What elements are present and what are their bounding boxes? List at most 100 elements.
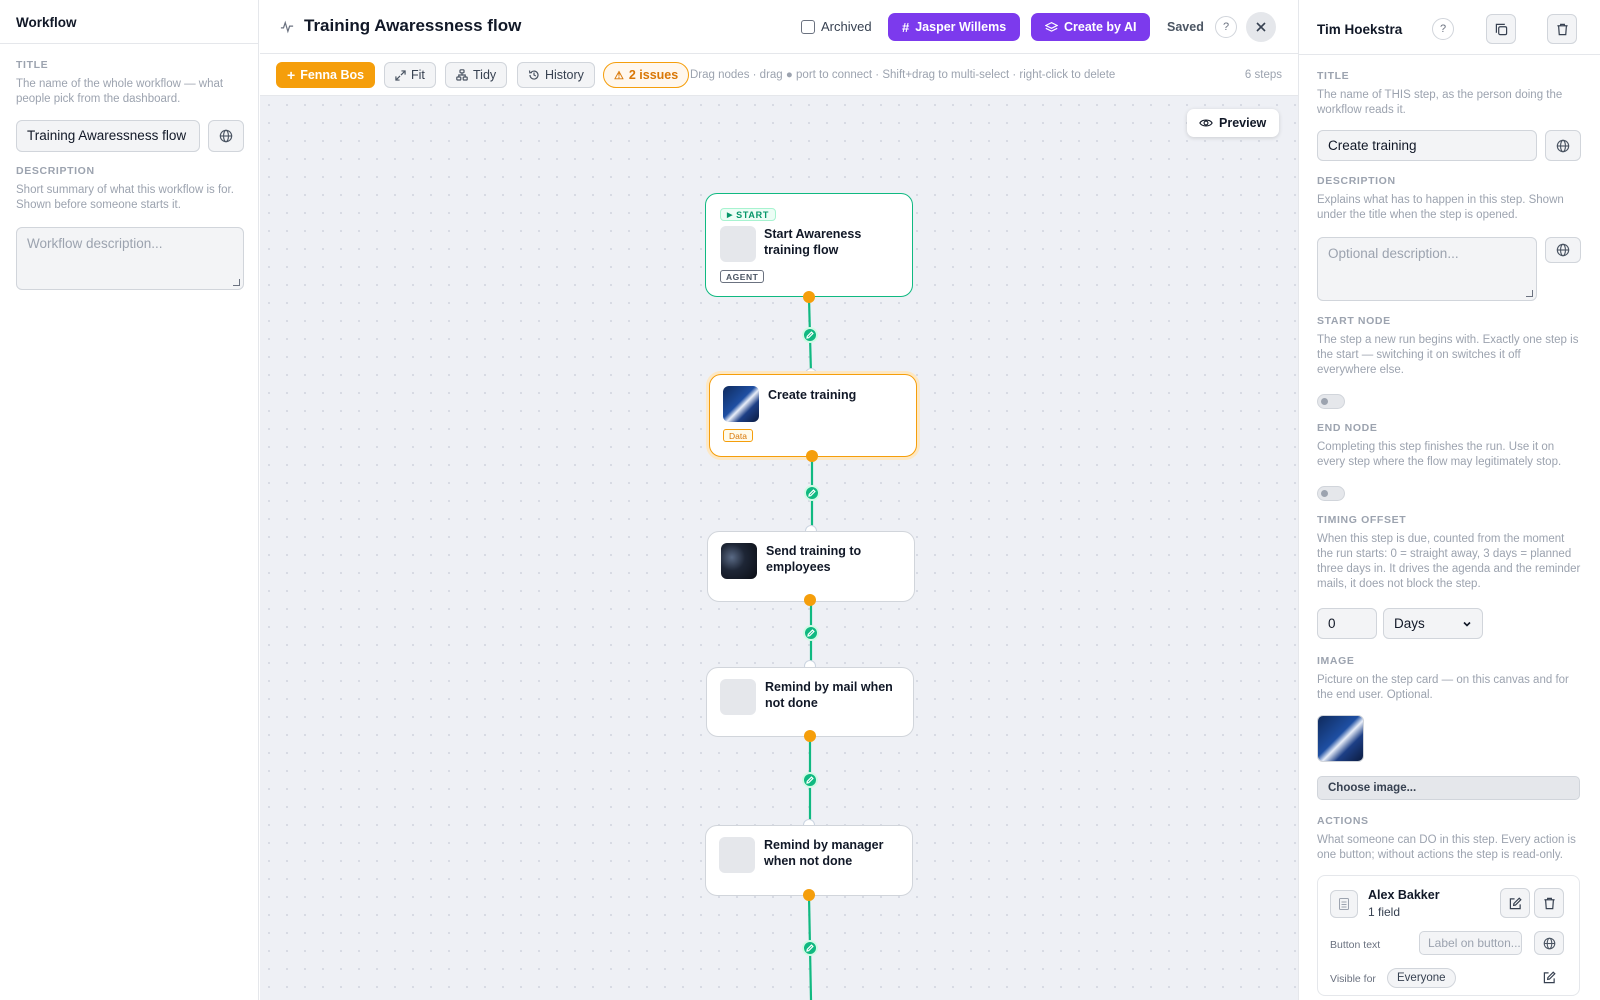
- archived-checkbox[interactable]: [801, 19, 815, 34]
- edge-edit-button[interactable]: [802, 940, 818, 956]
- canvas-hint: Drag nodes · drag ● port to connect · Sh…: [690, 69, 1116, 81]
- node-image-placeholder: [720, 679, 756, 715]
- node-title: Remind by manager when not done: [764, 838, 884, 868]
- globe-icon: [1556, 243, 1570, 257]
- workflow-node-send-training[interactable]: Send training to employees: [707, 531, 915, 602]
- history-icon: [528, 70, 539, 80]
- workflow-title-input[interactable]: Training Awaressness flow: [16, 120, 200, 152]
- eye-icon: [1199, 119, 1213, 127]
- output-port[interactable]: [803, 889, 815, 901]
- timing-offset-input[interactable]: 0: [1317, 608, 1377, 639]
- start-badge: ▶ START: [720, 208, 777, 221]
- workflow-node-start[interactable]: ▶ START Start Awareness training flow AGE…: [705, 193, 913, 297]
- workflow-node-remind-mail[interactable]: Remind by mail when not done: [706, 667, 914, 737]
- step-image-preview: [1317, 715, 1364, 762]
- edit-icon: [806, 944, 814, 952]
- training-image-dark: [721, 543, 757, 579]
- trash-icon: [1543, 897, 1555, 909]
- add-step-button[interactable]: + Fenna Bos: [276, 62, 376, 88]
- node-tag: Data: [723, 429, 753, 442]
- start-node-toggle[interactable]: [1317, 394, 1345, 409]
- edit-icon: [807, 629, 815, 637]
- edge-edit-button[interactable]: [803, 625, 819, 641]
- edit-icon: [806, 776, 814, 784]
- plus-icon: +: [287, 67, 296, 83]
- output-port[interactable]: [806, 450, 818, 462]
- activity-icon: [280, 20, 294, 34]
- save-status: Saved: [1167, 20, 1204, 34]
- create-by-ai-button[interactable]: Create by AI: [1031, 13, 1151, 41]
- translate-step-title-button[interactable]: [1545, 130, 1581, 161]
- copy-icon: [1495, 23, 1507, 35]
- button-text-input[interactable]: Label on button...: [1419, 931, 1522, 955]
- duplicate-step-button[interactable]: [1486, 14, 1516, 44]
- history-button[interactable]: History: [517, 62, 595, 88]
- node-title: Create training: [768, 388, 857, 402]
- translate-step-description-button[interactable]: [1545, 237, 1581, 263]
- workflow-panel: Workflow TITLE The name of the whole wor…: [0, 0, 259, 1000]
- page-title: Training Awaressness flow: [304, 16, 522, 35]
- edit-visibility-button[interactable]: [1534, 964, 1564, 990]
- tidy-label: Tidy: [473, 68, 497, 82]
- delete-step-button[interactable]: [1547, 14, 1577, 44]
- translate-button-text-button[interactable]: [1534, 931, 1564, 955]
- tidy-button[interactable]: Tidy: [445, 62, 508, 88]
- step-help-button[interactable]: ?: [1432, 18, 1454, 40]
- step-panel: Tim Hoekstra ? TITLE The name of THIS st…: [1298, 0, 1600, 1000]
- step-title-input[interactable]: Create training: [1317, 130, 1537, 161]
- edge-edit-button[interactable]: [802, 772, 818, 788]
- edit-action-button[interactable]: [1500, 888, 1530, 918]
- description-label: DESCRIPTION: [16, 165, 95, 177]
- actions-label: ACTIONS: [1317, 815, 1369, 827]
- title-label: TITLE: [16, 59, 49, 71]
- globe-icon: [219, 129, 233, 143]
- issues-badge[interactable]: ⚠ 2 issues: [603, 62, 690, 88]
- image-help: Picture on the step card — on this canva…: [1317, 674, 1569, 701]
- globe-icon: [1556, 139, 1570, 152]
- close-button[interactable]: [1246, 12, 1276, 42]
- edge-edit-button[interactable]: [804, 485, 820, 501]
- output-port[interactable]: [804, 730, 816, 742]
- workflow-node-remind-manager[interactable]: Remind by manager when not done: [705, 825, 913, 896]
- end-node-help: Completing this step finishes the run. U…: [1317, 441, 1562, 468]
- step-count: 6 steps: [1244, 69, 1282, 81]
- fit-button[interactable]: Fit: [384, 62, 436, 88]
- end-node-toggle[interactable]: [1317, 486, 1345, 501]
- history-label: History: [545, 68, 584, 82]
- output-port[interactable]: [804, 594, 816, 606]
- visible-for-chip[interactable]: Everyone: [1387, 968, 1456, 988]
- create-by-ai-label: Create by AI: [1064, 20, 1137, 34]
- timing-unit-select[interactable]: Days: [1383, 608, 1483, 639]
- panel-title: Workflow: [0, 0, 258, 44]
- preview-button[interactable]: Preview: [1187, 109, 1279, 137]
- workflow-canvas[interactable]: Preview ▶ START Start Awareness training …: [260, 96, 1298, 1000]
- training-image: [723, 386, 759, 422]
- edge-edit-button[interactable]: [802, 327, 818, 343]
- timing-unit-value: Days: [1394, 616, 1425, 631]
- output-port[interactable]: [803, 291, 815, 303]
- start-node-label: START NODE: [1317, 315, 1391, 327]
- divider: [1299, 54, 1600, 55]
- step-description-help: Explains what has to happen in this step…: [1317, 194, 1564, 221]
- translate-title-button[interactable]: [208, 120, 244, 152]
- jasper-willems-button[interactable]: # Jasper Willems: [888, 13, 1021, 41]
- step-panel-title: Tim Hoekstra: [1317, 22, 1403, 37]
- fit-label: Fit: [411, 68, 425, 82]
- timing-offset-help: When this step is due, counted from the …: [1317, 533, 1581, 590]
- step-description-input[interactable]: Optional description...: [1317, 237, 1537, 301]
- archived-toggle[interactable]: Archived: [801, 19, 872, 34]
- workflow-node-create-training[interactable]: Create training Data: [709, 374, 917, 457]
- top-bar: Training Awaressness flow Archived # Jas…: [260, 0, 1298, 54]
- edit-icon: [1509, 896, 1522, 909]
- workflow-description-input[interactable]: Workflow description...: [16, 227, 244, 290]
- edit-icon: [808, 489, 816, 497]
- node-image-placeholder: [720, 226, 756, 262]
- issues-label: 2 issues: [628, 68, 679, 82]
- end-node-label: END NODE: [1317, 422, 1378, 434]
- help-button[interactable]: ?: [1215, 16, 1237, 38]
- tree-icon: [456, 69, 468, 81]
- chevron-down-icon: [1463, 621, 1471, 627]
- delete-action-button[interactable]: [1534, 888, 1564, 918]
- hash-icon: #: [902, 19, 910, 35]
- choose-image-button[interactable]: Choose image...: [1317, 776, 1580, 800]
